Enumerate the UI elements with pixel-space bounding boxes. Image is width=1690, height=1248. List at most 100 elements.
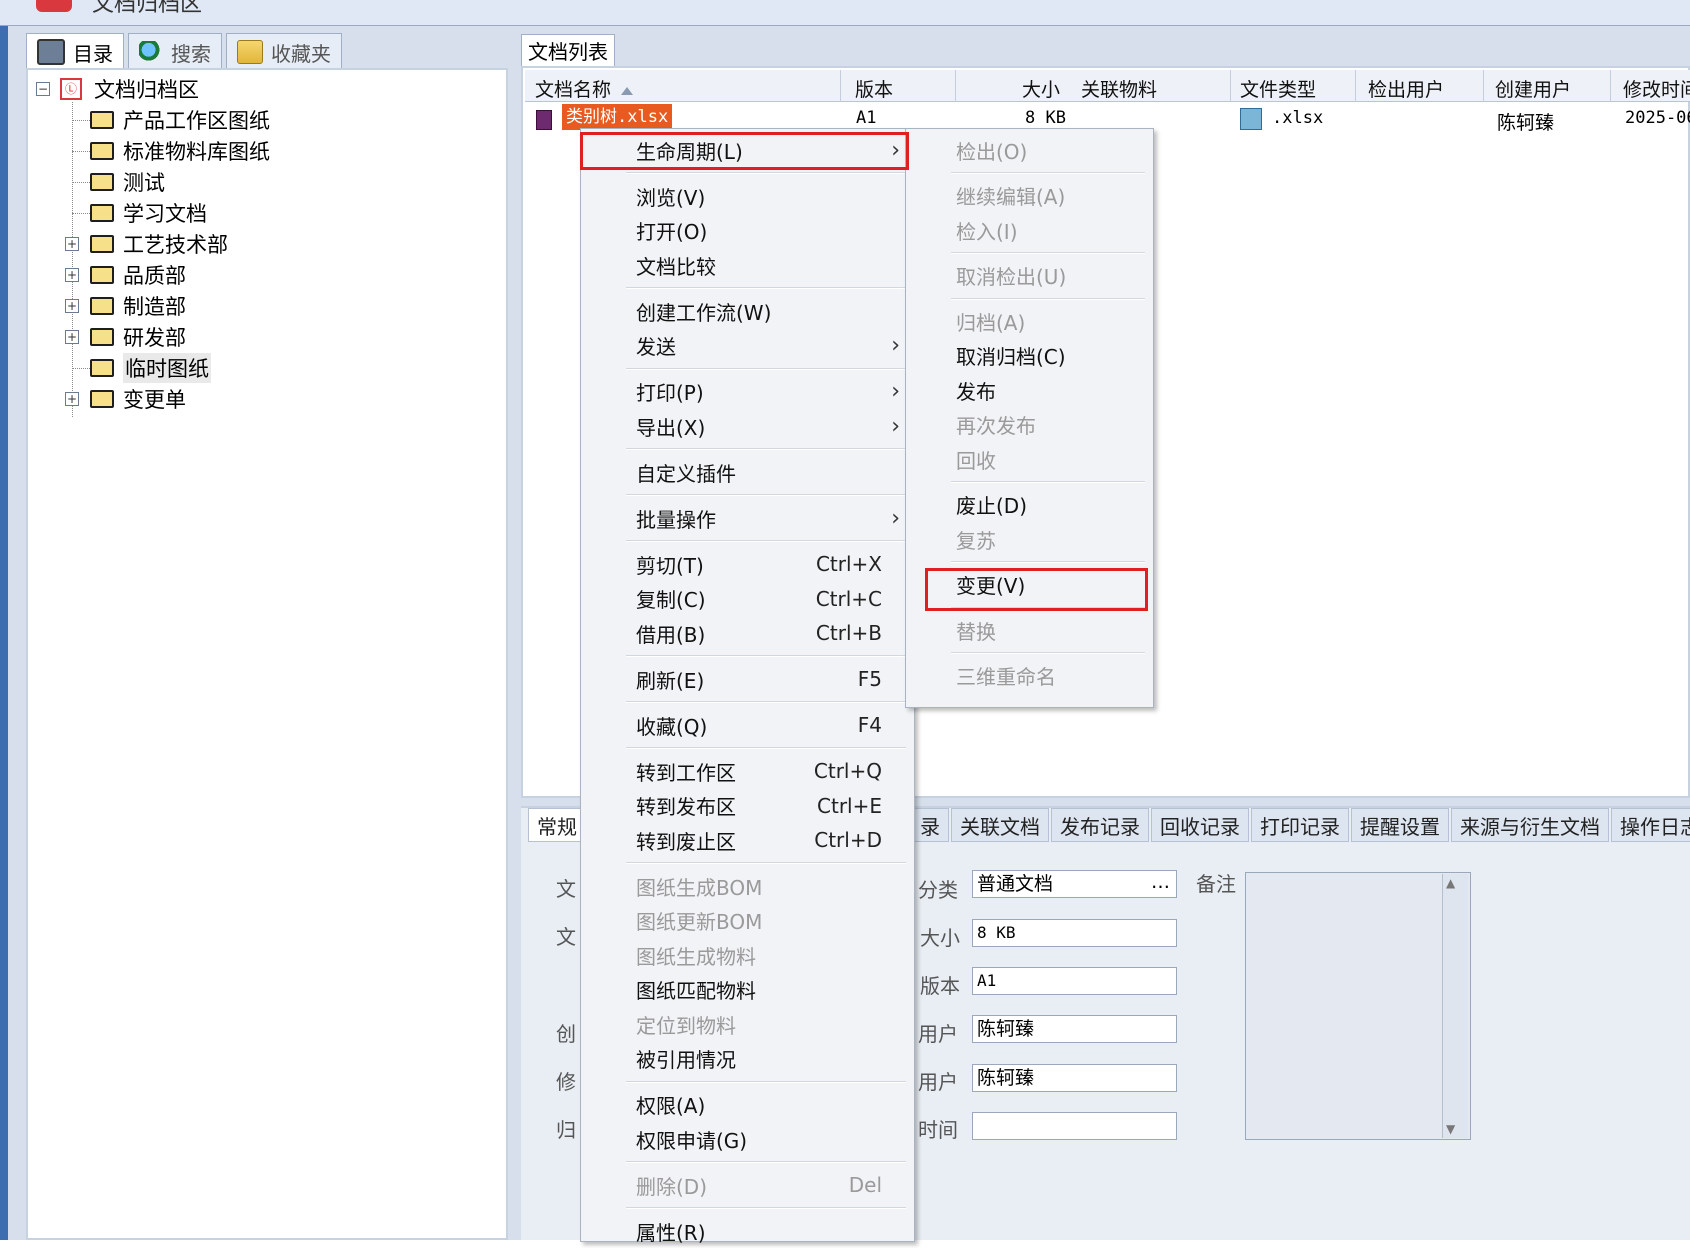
- tree-item[interactable]: + 制造部: [65, 291, 186, 321]
- lifecycle-item[interactable]: 取消归档(C): [906, 339, 1153, 373]
- tab-operation-log[interactable]: 操作日志: [1611, 808, 1690, 842]
- context-menu-item[interactable]: 转到废止区 Ctrl+D: [581, 823, 914, 857]
- submenu-arrow-icon: ›: [891, 379, 900, 404]
- context-menu-item[interactable]: 文档比较: [581, 248, 914, 282]
- tab-related-docs[interactable]: 关联文档: [951, 808, 1049, 842]
- context-menu-item[interactable]: 收藏(Q) F4: [581, 708, 914, 742]
- context-menu-item[interactable]: 复制(C) Ctrl+C: [581, 582, 914, 616]
- tab-recycle-records[interactable]: 回收记录: [1151, 808, 1249, 842]
- context-menu-item: 图纸生成物料: [581, 938, 914, 972]
- lifecycle-item[interactable]: 废止(D): [906, 488, 1153, 522]
- tab-document-list[interactable]: 文档列表: [521, 34, 615, 66]
- context-menu-item[interactable]: 批量操作 ›: [581, 501, 914, 535]
- context-menu-item[interactable]: 图纸匹配物料: [581, 973, 914, 1007]
- tree-item[interactable]: + 品质部: [65, 260, 186, 290]
- size-field[interactable]: 8 KB: [972, 919, 1177, 947]
- tree-item[interactable]: 标准物料库图纸: [90, 136, 270, 166]
- tab-publish-records[interactable]: 发布记录: [1051, 808, 1149, 842]
- notes-textarea[interactable]: [1245, 872, 1471, 1140]
- context-menu-item[interactable]: 发送 ›: [581, 329, 914, 363]
- context-menu-item[interactable]: 权限(A): [581, 1088, 914, 1122]
- tree-item[interactable]: 学习文档: [90, 198, 207, 228]
- column-header-creator[interactable]: 创建用户: [1495, 75, 1571, 102]
- tree-item[interactable]: + 变更单: [65, 384, 186, 414]
- lifecycle-item: 检出(O): [906, 133, 1153, 167]
- context-menu-item[interactable]: 转到工作区 Ctrl+Q: [581, 754, 914, 788]
- context-menu-item-label: 自定义插件: [636, 461, 736, 486]
- tab-print-records[interactable]: 打印记录: [1251, 808, 1349, 842]
- version-field[interactable]: A1: [972, 967, 1177, 995]
- modifier-field[interactable]: 陈轲臻: [972, 1064, 1177, 1092]
- notes-scrollbar[interactable]: ▲ ▼: [1442, 874, 1468, 1138]
- expand-icon[interactable]: +: [65, 330, 79, 344]
- context-menu-item[interactable]: 创建工作流(W): [581, 294, 914, 328]
- tree-item[interactable]: + 研发部: [65, 322, 186, 352]
- modifier-label: 用户: [918, 1070, 958, 1094]
- highlight-change: [925, 568, 1148, 611]
- tab-search[interactable]: 搜索: [128, 33, 222, 71]
- list-header: 文档名称 版本 大小 关联物料 文件类型 检出用户 创建用户 修改时间: [525, 70, 1690, 102]
- expand-icon[interactable]: +: [65, 299, 79, 313]
- selected-file-name[interactable]: 类别树.xlsx: [562, 104, 673, 130]
- expand-icon[interactable]: +: [65, 392, 79, 406]
- column-header-checkout-user[interactable]: 检出用户: [1368, 75, 1444, 102]
- context-menu-item-label: 打开(O): [636, 220, 708, 244]
- column-header-size[interactable]: 大小: [1022, 75, 1060, 102]
- context-menu-item[interactable]: 被引用情况: [581, 1042, 914, 1076]
- category-label: 分类: [918, 878, 958, 902]
- menu-separator: [626, 367, 906, 370]
- context-menu-item[interactable]: 剪切(T) Ctrl+X: [581, 547, 914, 581]
- tab-directory[interactable]: 目录: [26, 33, 124, 71]
- column-header-file-type[interactable]: 文件类型: [1240, 75, 1316, 102]
- context-menu-item[interactable]: 打印(P) ›: [581, 375, 914, 409]
- context-menu-item-label: 文档比较: [636, 254, 716, 279]
- tree-item[interactable]: 产品工作区图纸: [90, 105, 270, 135]
- tab-favorites[interactable]: 收藏夹: [226, 33, 342, 71]
- shortcut-hint: Ctrl+X: [815, 552, 882, 576]
- context-menu-item[interactable]: 打开(O): [581, 214, 914, 248]
- tab-favorites-label: 收藏夹: [271, 41, 331, 66]
- tab-reminder-settings[interactable]: 提醒设置: [1351, 808, 1449, 842]
- expand-icon[interactable]: +: [65, 268, 79, 282]
- scroll-down-icon[interactable]: ▼: [1446, 1122, 1455, 1136]
- column-header-name[interactable]: 文档名称: [535, 75, 634, 102]
- tree-item-label: 制造部: [123, 295, 186, 319]
- lifecycle-item[interactable]: 发布: [906, 373, 1153, 407]
- context-menu-item[interactable]: 浏览(V): [581, 179, 914, 213]
- creator-label: 用户: [918, 1022, 958, 1046]
- ellipsis-icon[interactable]: …: [1151, 869, 1170, 895]
- context-menu-item[interactable]: 刷新(E) F5: [581, 662, 914, 696]
- archive-time-field[interactable]: [972, 1112, 1177, 1140]
- expand-icon[interactable]: +: [65, 237, 79, 251]
- tree-item[interactable]: 测试: [90, 167, 165, 197]
- tree-item[interactable]: + 工艺技术部: [65, 229, 228, 259]
- context-menu-item-label: 转到废止区: [636, 829, 736, 854]
- search-globe-icon: [139, 41, 163, 63]
- context-menu-item-label: 属性(R): [636, 1220, 706, 1245]
- tab-source-derived[interactable]: 来源与衍生文档: [1451, 808, 1609, 842]
- collapse-icon[interactable]: −: [36, 82, 50, 96]
- app-logo-icon: [36, 0, 72, 12]
- context-menu-item[interactable]: 转到发布区 Ctrl+E: [581, 789, 914, 823]
- creator-field[interactable]: 陈轲臻: [972, 1015, 1177, 1043]
- column-header-version[interactable]: 版本: [855, 75, 893, 102]
- category-field[interactable]: 普通文档…: [972, 870, 1177, 898]
- folder-icon: [90, 390, 114, 408]
- column-header-modified[interactable]: 修改时间: [1623, 75, 1690, 102]
- column-header-material[interactable]: 关联物料: [1081, 75, 1157, 102]
- context-menu-item[interactable]: 导出(X) ›: [581, 409, 914, 443]
- context-menu-item[interactable]: 自定义插件: [581, 455, 914, 489]
- archive-time-label: 时间: [918, 1118, 958, 1142]
- context-menu-item[interactable]: 属性(R): [581, 1214, 914, 1248]
- lifecycle-item-label: 发布: [956, 379, 996, 404]
- scroll-up-icon[interactable]: ▲: [1446, 876, 1455, 890]
- tree-root[interactable]: − Ⓛ 文档归档区: [36, 74, 199, 104]
- folder-icon: [90, 266, 114, 284]
- tab-records[interactable]: 录: [912, 808, 949, 842]
- tree-item-selected[interactable]: 临时图纸: [90, 353, 211, 383]
- window-edge: [0, 26, 8, 1240]
- lifecycle-item: 取消检出(U): [906, 259, 1153, 293]
- context-menu-item[interactable]: 借用(B) Ctrl+B: [581, 616, 914, 650]
- context-menu-item[interactable]: 权限申请(G): [581, 1122, 914, 1156]
- context-menu-item-label: 创建工作流(W): [636, 300, 772, 325]
